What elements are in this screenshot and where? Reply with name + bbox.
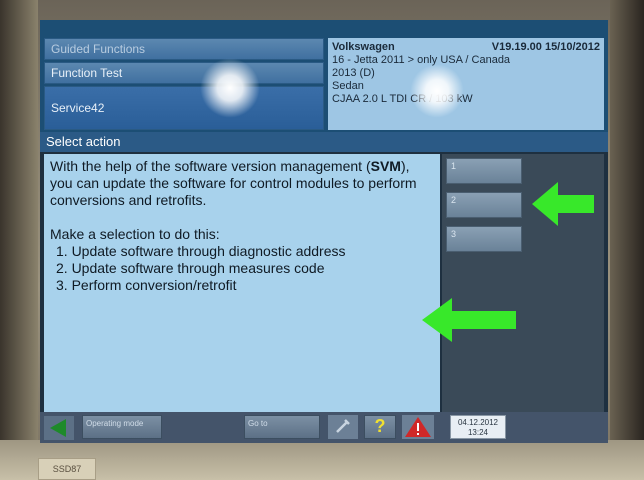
- option-1[interactable]: 1. Update software through diagnostic ad…: [50, 243, 434, 260]
- datetime-display: 04.12.2012 13:24: [450, 415, 506, 439]
- software-version: V19.19.00 15/10/2012: [491, 41, 600, 53]
- vehicle-body: Sedan: [332, 80, 364, 92]
- date-text: 04.12.2012: [457, 418, 499, 427]
- vehicle-info-panel: Volkswagen V19.19.00 15/10/2012 16 - Jet…: [328, 38, 604, 130]
- selection-prompt: Make a selection to do this:: [50, 226, 220, 242]
- action-title-bar: Select action: [40, 132, 608, 152]
- warning-icon[interactable]: [402, 415, 434, 439]
- arrow-annotation-icon: [532, 182, 594, 226]
- vehicle-make: Volkswagen: [332, 41, 395, 53]
- nav-function-test[interactable]: Function Test: [44, 62, 324, 84]
- bottom-toolbar: Operating mode Go to ? 04.12.2012 13:24: [40, 412, 608, 443]
- header: Guided Functions Function Test Service42…: [40, 20, 608, 132]
- vehicle-make-version: Volkswagen V19.19.00 15/10/2012: [332, 41, 600, 54]
- arrow-annotation-icon: [422, 298, 516, 342]
- intro-bold: SVM: [370, 158, 401, 174]
- side-button-2[interactable]: 2: [446, 192, 522, 218]
- intro-text: With the help of the software version ma…: [50, 158, 434, 209]
- content-panel: With the help of the software version ma…: [44, 154, 440, 412]
- goto-button[interactable]: Go to: [244, 415, 320, 439]
- option-3[interactable]: 3. Perform conversion/retrofit: [50, 277, 434, 294]
- vehicle-model: 16 - Jetta 2011 > only USA / Canada: [332, 54, 511, 66]
- help-button[interactable]: ?: [364, 415, 396, 439]
- vehicle-year: 2013 (D): [332, 67, 375, 79]
- intro-prefix: With the help of the software version ma…: [50, 158, 371, 174]
- screen-glare: [410, 64, 464, 118]
- nav-guided-functions[interactable]: Guided Functions: [44, 38, 324, 60]
- navigation-path: Guided Functions Function Test Service42: [44, 38, 324, 130]
- operating-mode-button[interactable]: Operating mode: [82, 415, 162, 439]
- side-button-1[interactable]: 1: [446, 158, 522, 184]
- vehicle-engine: CJAA 2.0 L TDI CR / 103 kW: [332, 93, 473, 105]
- time-text: 13:24: [467, 428, 489, 437]
- bezel-bottom: [0, 440, 644, 480]
- device-sticker: SSD87: [38, 458, 96, 480]
- bezel-right: [610, 0, 644, 480]
- screen-glare: [200, 58, 260, 118]
- side-button-3[interactable]: 3: [446, 226, 522, 252]
- tools-icon[interactable]: [328, 415, 358, 439]
- back-arrow-icon[interactable]: [44, 416, 74, 440]
- nav-service42[interactable]: Service42: [44, 86, 324, 130]
- option-2[interactable]: 2. Update software through measures code: [50, 260, 434, 277]
- bezel-left: [0, 0, 38, 480]
- diagnostic-screen: Guided Functions Function Test Service42…: [40, 20, 608, 443]
